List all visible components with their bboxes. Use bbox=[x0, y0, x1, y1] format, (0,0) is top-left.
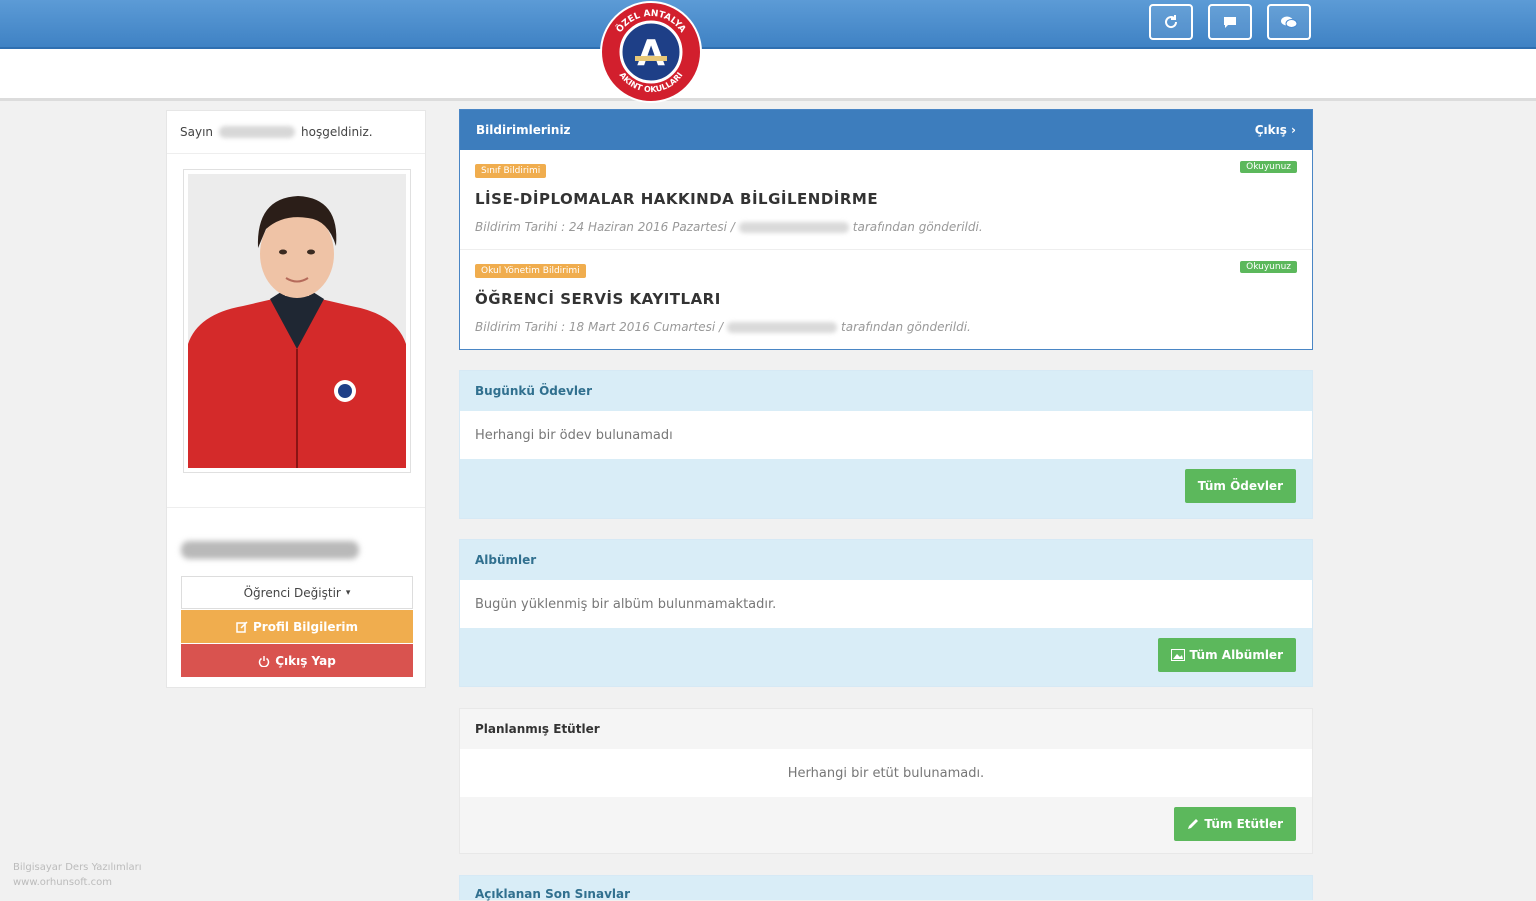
notification-item[interactable]: Sınıf Bildirimi Okuyunuz LİSE-DİPLOMALAR… bbox=[460, 150, 1312, 250]
edit-icon bbox=[236, 620, 248, 633]
chat-button[interactable] bbox=[1267, 4, 1311, 40]
refresh-button[interactable] bbox=[1149, 4, 1193, 40]
all-homework-button[interactable]: Tüm Ödevler bbox=[1184, 469, 1296, 503]
all-albums-button[interactable]: Tüm Albümler bbox=[1157, 638, 1296, 672]
footer-line-1: Bilgisayar Ders Yazılımları bbox=[13, 862, 142, 873]
albums-empty-text: Bugün yüklenmiş bir albüm bulunmamaktadı… bbox=[460, 580, 1312, 628]
all-albums-label: Tüm Albümler bbox=[1189, 648, 1283, 662]
read-button[interactable]: Okuyunuz bbox=[1240, 261, 1297, 273]
read-button[interactable]: Okuyunuz bbox=[1240, 161, 1297, 173]
notification-tag: Okul Yönetim Bildirimi bbox=[475, 264, 586, 278]
albums-panel: Albümler Bugün yüklenmiş bir albüm bulun… bbox=[459, 539, 1313, 687]
notifications-panel: Bildirimleriniz Çıkış › Sınıf Bildirimi … bbox=[459, 109, 1313, 350]
chevron-right-icon: › bbox=[1291, 123, 1296, 137]
messages-button[interactable] bbox=[1208, 4, 1252, 40]
notification-meta: Bildirim Tarihi : 24 Haziran 2016 Pazart… bbox=[475, 220, 983, 234]
logout-label: Çıkış Yap bbox=[275, 653, 336, 668]
etuts-panel: Planlanmış Etütler Herhangi bir etüt bul… bbox=[459, 708, 1313, 854]
refresh-icon bbox=[1165, 15, 1178, 29]
welcome-suffix: hoşgeldiniz. bbox=[301, 125, 373, 139]
school-logo[interactable]: ÖZEL ANTALYA AKINT OKULLARI A bbox=[599, 0, 703, 104]
exit-link[interactable]: Çıkış › bbox=[1255, 123, 1296, 137]
all-homework-label: Tüm Ödevler bbox=[1197, 479, 1283, 493]
all-etuts-label: Tüm Etütler bbox=[1204, 817, 1283, 831]
notifications-header: Bildirimleriniz Çıkış › bbox=[460, 110, 1312, 150]
notification-date: Bildirim Tarihi : 24 Haziran 2016 Pazart… bbox=[475, 220, 735, 234]
logout-button[interactable]: Çıkış Yap bbox=[181, 644, 413, 677]
homework-footer: Tüm Ödevler bbox=[460, 459, 1312, 517]
profile-button[interactable]: Profil Bilgilerim bbox=[181, 610, 413, 643]
sidebar-divider bbox=[167, 507, 425, 508]
student-photo bbox=[183, 169, 411, 473]
etuts-footer: Tüm Etütler bbox=[460, 797, 1312, 855]
chat-icon bbox=[1281, 16, 1298, 28]
sender-redacted bbox=[738, 221, 849, 233]
notification-title[interactable]: ÖĞRENCİ SERVİS KAYITLARI bbox=[475, 290, 721, 308]
notification-sent-by: tarafından gönderildi. bbox=[852, 220, 983, 234]
notifications-title: Bildirimleriniz bbox=[476, 123, 571, 137]
etuts-title: Planlanmış Etütler bbox=[475, 722, 600, 736]
homework-panel: Bugünkü Ödevler Herhangi bir ödev buluna… bbox=[459, 370, 1313, 519]
homework-title: Bugünkü Ödevler bbox=[475, 384, 592, 398]
notification-date: Bildirim Tarihi : 18 Mart 2016 Cumartesi… bbox=[475, 320, 724, 334]
notification-title[interactable]: LİSE-DİPLOMALAR HAKKINDA BİLGİLENDİRME bbox=[475, 190, 878, 208]
sender-redacted bbox=[727, 321, 838, 333]
profile-label: Profil Bilgilerim bbox=[252, 619, 358, 634]
notification-meta: Bildirim Tarihi : 18 Mart 2016 Cumartesi… bbox=[475, 320, 971, 334]
footer-link[interactable]: www.orhunsoft.com bbox=[13, 877, 112, 888]
sub-header bbox=[0, 49, 1536, 101]
power-icon bbox=[259, 655, 270, 667]
etuts-empty-text: Herhangi bir etüt bulunamadı. bbox=[460, 749, 1312, 797]
welcome-prefix: Sayın bbox=[180, 125, 214, 139]
pencil-icon bbox=[1188, 819, 1199, 829]
homework-empty-text: Herhangi bir ödev bulunamadı bbox=[460, 411, 1312, 459]
parent-name-redacted bbox=[219, 126, 296, 138]
exams-panel: Açıklanan Son Sınavlar bbox=[459, 875, 1313, 901]
notification-tag: Sınıf Bildirimi bbox=[475, 164, 547, 178]
exit-label: Çıkış bbox=[1254, 123, 1287, 137]
change-student-label: Öğrenci Değiştir bbox=[243, 585, 341, 600]
student-sidebar: Sayın hoşgeldiniz. Öğrenci Değiştir ▾ Pr… bbox=[166, 110, 426, 688]
change-student-button[interactable]: Öğrenci Değiştir ▾ bbox=[181, 576, 413, 609]
notification-sent-by: tarafından gönderildi. bbox=[841, 320, 971, 334]
exams-title: Açıklanan Son Sınavlar bbox=[475, 887, 631, 901]
svg-text:A: A bbox=[637, 33, 665, 74]
all-etuts-button[interactable]: Tüm Etütler bbox=[1174, 807, 1296, 841]
albums-title: Albümler bbox=[475, 553, 537, 567]
albums-footer: Tüm Albümler bbox=[460, 628, 1312, 686]
image-icon bbox=[1170, 649, 1185, 661]
notification-item[interactable]: Okul Yönetim Bildirimi Okuyunuz ÖĞRENCİ … bbox=[460, 250, 1312, 349]
student-name-redacted bbox=[181, 541, 359, 559]
message-icon bbox=[1224, 17, 1236, 28]
welcome-message: Sayın hoşgeldiniz. bbox=[167, 111, 425, 154]
caret-down-icon: ▾ bbox=[345, 587, 351, 598]
